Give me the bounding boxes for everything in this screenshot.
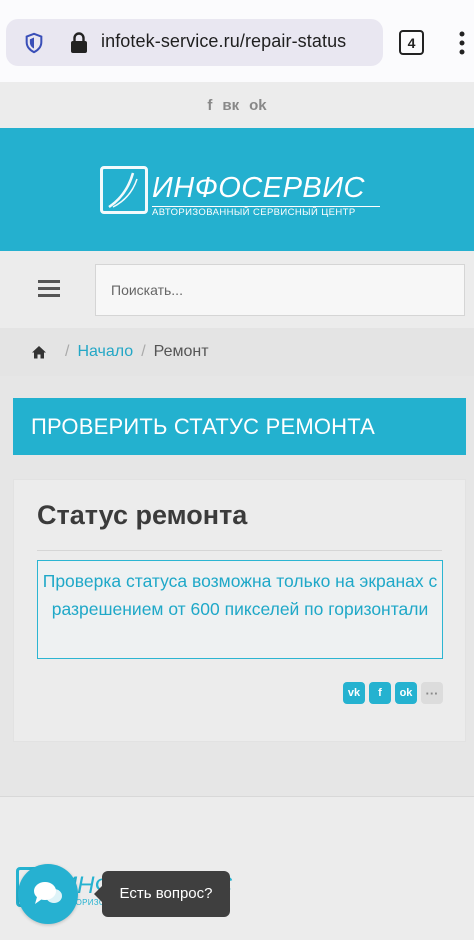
chat-button[interactable] bbox=[18, 864, 78, 924]
odnoklassniki-icon[interactable]: ok bbox=[249, 97, 267, 114]
facebook-icon[interactable]: f bbox=[207, 97, 212, 114]
brand-subtitle: АВТОРИЗОВАННЫЙ СЕРВИСНЫЙ ЦЕНТР bbox=[152, 206, 380, 218]
vk-icon[interactable]: вк bbox=[222, 97, 239, 114]
breadcrumb: / Начало / Ремонт bbox=[0, 328, 474, 376]
card-title: Статус ремонта bbox=[37, 500, 248, 530]
tab-switcher-button[interactable]: 4 bbox=[399, 30, 424, 55]
share-vk-button[interactable]: vk bbox=[343, 682, 365, 704]
footer: ИНФОСЕРВИС АВТОРИЗОВАННЫЙ СЕРВИСНЫЙ ЦЕНТ… bbox=[0, 797, 474, 940]
resolution-notice: Проверка статуса возможна только на экра… bbox=[37, 560, 443, 659]
share-more-button[interactable]: ··· bbox=[421, 682, 443, 704]
share-odnoklassniki-button[interactable]: ok bbox=[395, 682, 417, 704]
main-content: ПРОВЕРИТЬ СТАТУС РЕМОНТА Статус ремонта … bbox=[0, 376, 474, 796]
share-buttons: vk f ok ··· bbox=[343, 682, 443, 704]
chat-bubbles-icon bbox=[34, 882, 62, 904]
shield-icon[interactable] bbox=[23, 32, 45, 54]
nav-row: Поискать... bbox=[0, 251, 474, 328]
breadcrumb-separator: / bbox=[141, 343, 146, 360]
breadcrumb-separator: / bbox=[65, 343, 70, 360]
breadcrumb-home-link[interactable]: Начало bbox=[77, 343, 133, 361]
social-links: f вк ok bbox=[0, 82, 474, 128]
home-icon[interactable] bbox=[31, 345, 47, 359]
page-title: ПРОВЕРИТЬ СТАТУС РЕМОНТА bbox=[13, 398, 466, 455]
url-text[interactable]: infotek-service.ru/repair-status bbox=[101, 31, 346, 52]
divider bbox=[37, 550, 442, 551]
hamburger-menu-icon[interactable] bbox=[38, 280, 60, 298]
search-input[interactable]: Поискать... bbox=[95, 264, 465, 316]
brand-name[interactable]: ИНФОСЕРВИС bbox=[152, 172, 365, 205]
breadcrumb-current: Ремонт bbox=[153, 343, 209, 360]
more-menu-icon[interactable] bbox=[452, 30, 472, 56]
logo-mark[interactable] bbox=[100, 166, 148, 214]
share-facebook-button[interactable]: f bbox=[369, 682, 391, 704]
chat-tooltip[interactable]: Есть вопрос? bbox=[94, 871, 230, 917]
address-bar[interactable]: infotek-service.ru/repair-status bbox=[6, 19, 383, 66]
status-card: Статус ремонта Проверка статуса возможна… bbox=[13, 479, 466, 742]
browser-toolbar: infotek-service.ru/repair-status 4 bbox=[0, 0, 474, 82]
lock-icon bbox=[71, 32, 87, 53]
header-banner: ИНФОСЕРВИС АВТОРИЗОВАННЫЙ СЕРВИСНЫЙ ЦЕНТ… bbox=[0, 128, 474, 251]
logo-swoosh-icon bbox=[108, 172, 138, 209]
